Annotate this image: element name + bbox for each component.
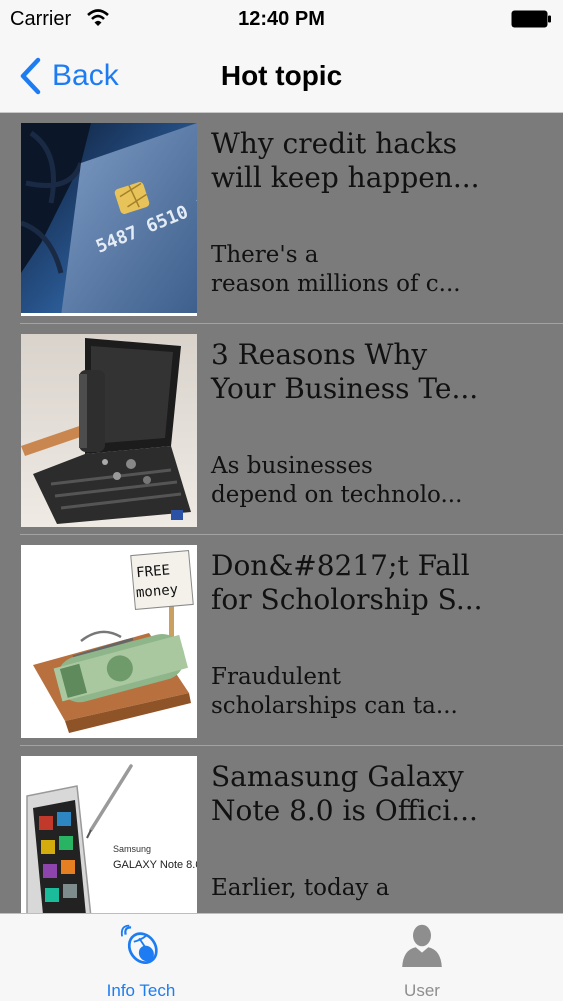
article-row[interactable]: FREE money Don&#8217;t Fall for Scholors… bbox=[0, 535, 563, 746]
status-bar: Carrier 12:40 PM bbox=[0, 0, 563, 40]
user-icon bbox=[402, 924, 442, 967]
article-row[interactable]: 3 Reasons Why Your Business Te... As bus… bbox=[0, 324, 563, 535]
article-thumbnail-hammer-laptop bbox=[21, 334, 197, 527]
article-summary: As businesses depend on technolo... bbox=[211, 453, 463, 508]
article-thumbnail-galaxy-note: Samsung GALAXY Note 8.0 bbox=[21, 756, 197, 913]
article-row[interactable]: 5487 6510 1 Why credit hacks will keep h… bbox=[0, 113, 563, 324]
phone-brand-text: Samsung bbox=[113, 844, 151, 854]
article-thumbnail-credit-card: 5487 6510 1 bbox=[21, 123, 197, 316]
battery-icon bbox=[511, 10, 551, 28]
article-title: Samasung Galaxy Note 8.0 is Offici... bbox=[211, 760, 478, 827]
article-title: Don&#8217;t Fall for Scholorship S... bbox=[211, 549, 483, 616]
article-title: Why credit hacks will keep happen... bbox=[211, 127, 480, 194]
mouse-icon bbox=[120, 924, 158, 964]
page-title: Hot topic bbox=[220, 60, 343, 91]
article-list[interactable]: 5487 6510 1 Why credit hacks will keep h… bbox=[0, 113, 563, 913]
article-summary: There's a reason millions of c... bbox=[211, 242, 461, 297]
article-title: 3 Reasons Why Your Business Te... bbox=[211, 338, 479, 405]
tab-label: User bbox=[404, 981, 440, 1000]
tab-info-tech[interactable]: Info Tech bbox=[0, 914, 282, 1001]
tab-label: Info Tech bbox=[106, 981, 176, 1000]
article-summary: Earlier, today a bbox=[211, 875, 390, 901]
article-row[interactable]: Samsung GALAXY Note 8.0 Samasung Galaxy … bbox=[0, 746, 563, 913]
tab-user[interactable]: User bbox=[281, 914, 563, 1001]
navigation-bar: Back Hot topic bbox=[0, 40, 563, 113]
sign-text-line-1: FREE bbox=[136, 562, 171, 581]
status-time: 12:40 PM bbox=[238, 8, 325, 30]
phone-model-text: GALAXY Note 8.0 bbox=[113, 859, 197, 871]
article-summary: Fraudulent scholarships can ta... bbox=[211, 664, 458, 719]
article-thumbnail-money-trap: FREE money bbox=[21, 545, 197, 738]
tab-bar: Info Tech User bbox=[0, 913, 563, 1001]
